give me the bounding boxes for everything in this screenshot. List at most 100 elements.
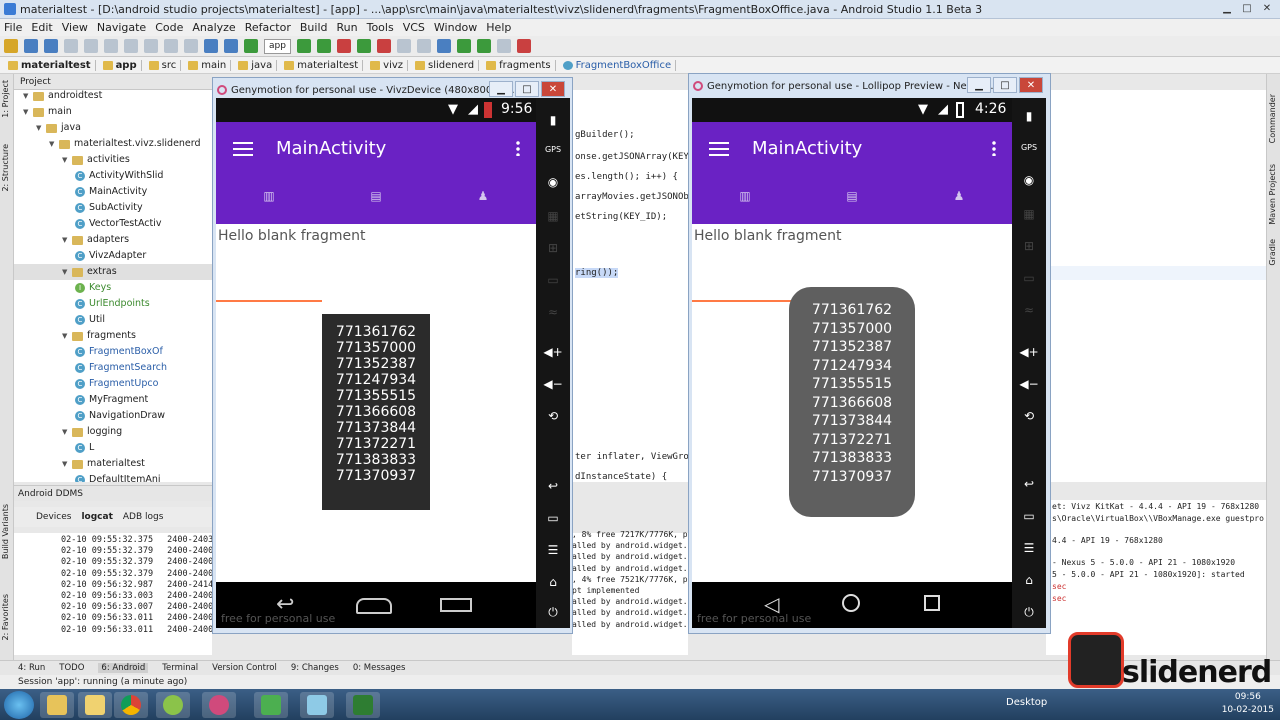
gradle-tool-tab[interactable]: Gradle [1268, 239, 1280, 266]
tree-item[interactable]: CL [75, 440, 94, 456]
menu-navigate[interactable]: Navigate [97, 21, 146, 34]
volume-down-icon[interactable]: ◀− [543, 374, 563, 394]
sync-icon[interactable] [44, 39, 58, 53]
tab-changes[interactable]: 9: Changes [291, 663, 339, 673]
replace-icon[interactable] [184, 39, 198, 53]
undo-icon[interactable] [64, 39, 78, 53]
volume-down-icon[interactable]: ◀− [1019, 374, 1039, 394]
save-icon[interactable] [24, 39, 38, 53]
maximize-button[interactable]: □ [1238, 2, 1256, 16]
battery-widget-icon[interactable]: ▮ [1019, 106, 1039, 126]
breadcrumb-item[interactable]: materialtest [4, 59, 96, 71]
camtasia-icon[interactable] [254, 692, 288, 718]
menu-window[interactable]: Window [434, 21, 477, 34]
battery-widget-icon[interactable]: ▮ [543, 110, 563, 130]
rotate-icon[interactable]: ⟲ [543, 406, 563, 426]
tree-item[interactable]: ▼ materialtest.vivz.slidenerd [49, 136, 201, 152]
tree-item[interactable]: ▼ materialtest [62, 456, 145, 472]
menu-analyze[interactable]: Analyze [192, 21, 235, 34]
tab-messages[interactable]: 0: Messages [353, 663, 406, 673]
breadcrumb-item[interactable]: FragmentBoxOffice [559, 59, 677, 71]
capture-widget-icon[interactable]: ▦ [543, 206, 563, 226]
android-monitor-icon[interactable] [476, 39, 491, 53]
tree-item[interactable]: I Keys [75, 280, 111, 296]
expand-icon[interactable]: ▼ [62, 264, 72, 280]
expand-icon[interactable]: ▼ [23, 90, 33, 104]
menu-code[interactable]: Code [155, 21, 183, 34]
tab-upcoming-icon[interactable]: ♟ [476, 190, 490, 202]
tree-item[interactable]: C FragmentBoxOf [75, 344, 163, 360]
close-button[interactable]: ✕ [541, 81, 565, 97]
genymotion-taskbar-icon[interactable] [202, 692, 236, 718]
tab-logcat[interactable]: logcat [81, 512, 112, 522]
debug-icon[interactable] [316, 39, 331, 53]
breadcrumb-item[interactable]: fragments [482, 59, 556, 71]
notepad-icon[interactable] [300, 692, 334, 718]
home-nav-icon[interactable] [356, 598, 392, 614]
gps-widget-icon[interactable]: GPS [1019, 138, 1039, 158]
run-icon[interactable] [296, 39, 311, 53]
log-row[interactable]: 02-10 09:55:32.379 2400-2400/ [61, 546, 218, 556]
maximize-button[interactable]: □ [515, 81, 539, 97]
tree-item[interactable]: ▼ activities [62, 152, 130, 168]
android-icon[interactable] [156, 692, 190, 718]
forward-icon[interactable] [224, 39, 238, 53]
home-icon[interactable]: ⌂ [1019, 570, 1039, 590]
tab-search-icon[interactable]: ▤ [845, 190, 859, 202]
breadcrumb-item[interactable]: materialtest [280, 59, 364, 71]
tree-item[interactable]: C NavigationDraw [75, 408, 165, 424]
device-screen[interactable]: ▼ ◢ 9:56 MainActivity ▥ ▤ ♟ Hello blank … [216, 98, 536, 628]
expand-icon[interactable]: ▼ [62, 424, 72, 440]
tab-upcoming-icon[interactable]: ♟ [952, 190, 966, 202]
code-editor[interactable]: gBuilder(); onse.getJSONArray(KEY_ es.le… [560, 90, 688, 482]
tree-item[interactable]: C DefaultItemAni [75, 472, 161, 482]
log-row[interactable]: 02-10 09:56:33.011 2400-2400/ [61, 613, 218, 623]
files-icon[interactable] [78, 692, 112, 718]
tab-search-icon[interactable]: ▤ [369, 190, 383, 202]
menu-file[interactable]: File [4, 21, 22, 34]
rerun-icon[interactable] [376, 39, 391, 53]
recent-apps-icon[interactable]: ▭ [1019, 506, 1039, 526]
breadcrumb-item[interactable]: main [184, 59, 232, 71]
explorer-icon[interactable] [40, 692, 74, 718]
power-icon[interactable]: ⏻ [543, 602, 563, 622]
remote-control-icon[interactable]: ⊞ [1019, 236, 1039, 256]
back-icon[interactable]: ↩ [543, 476, 563, 496]
camera-widget-icon[interactable]: ◉ [543, 172, 563, 192]
rotate-icon[interactable]: ⟲ [1019, 406, 1039, 426]
recent-apps-icon[interactable]: ▭ [543, 508, 563, 528]
overflow-menu-icon[interactable] [992, 140, 996, 156]
project-panel-header[interactable]: Project [14, 74, 212, 90]
menu-icon[interactable] [233, 142, 253, 156]
project-tool-tab[interactable]: 1: Project [1, 80, 13, 118]
project-structure-icon[interactable] [396, 39, 411, 53]
start-button[interactable] [4, 691, 34, 719]
gps-widget-icon[interactable]: GPS [543, 140, 563, 160]
expand-icon[interactable]: ▼ [62, 152, 72, 168]
tree-item[interactable]: C FragmentUpco [75, 376, 158, 392]
code-editor-right[interactable] [1046, 90, 1266, 482]
tree-item[interactable]: C VivzAdapter [75, 248, 146, 264]
menu-refactor[interactable]: Refactor [245, 21, 291, 34]
close-icon[interactable]: ✕ [1258, 2, 1276, 16]
volume-up-icon[interactable]: ◀+ [543, 342, 563, 362]
expand-icon[interactable]: ▼ [62, 232, 72, 248]
tab-box-office-icon[interactable]: ▥ [738, 190, 752, 202]
menu-icon[interactable]: ☰ [1019, 538, 1039, 558]
log-row[interactable]: 02-10 09:55:32.379 2400-2400/ [61, 569, 218, 579]
menu-run[interactable]: Run [337, 21, 358, 34]
expand-icon[interactable]: ▼ [49, 136, 59, 152]
menu-icon[interactable] [709, 142, 729, 156]
tree-item[interactable]: ▼ androidtest [23, 90, 102, 104]
menu-view[interactable]: View [62, 21, 88, 34]
redo-icon[interactable] [84, 39, 98, 53]
expand-icon[interactable]: ▼ [23, 104, 33, 120]
overflow-menu-icon[interactable] [516, 140, 520, 156]
minimize-button[interactable]: ▁ [967, 77, 991, 93]
sdk-manager-icon[interactable] [456, 39, 471, 53]
home-nav-icon[interactable] [842, 594, 860, 612]
help-icon[interactable] [496, 39, 511, 53]
identifiers-icon[interactable]: ▭ [1019, 268, 1039, 288]
tree-item[interactable]: ▼ fragments [62, 328, 136, 344]
commander-tool-tab[interactable]: Commander [1268, 94, 1280, 143]
